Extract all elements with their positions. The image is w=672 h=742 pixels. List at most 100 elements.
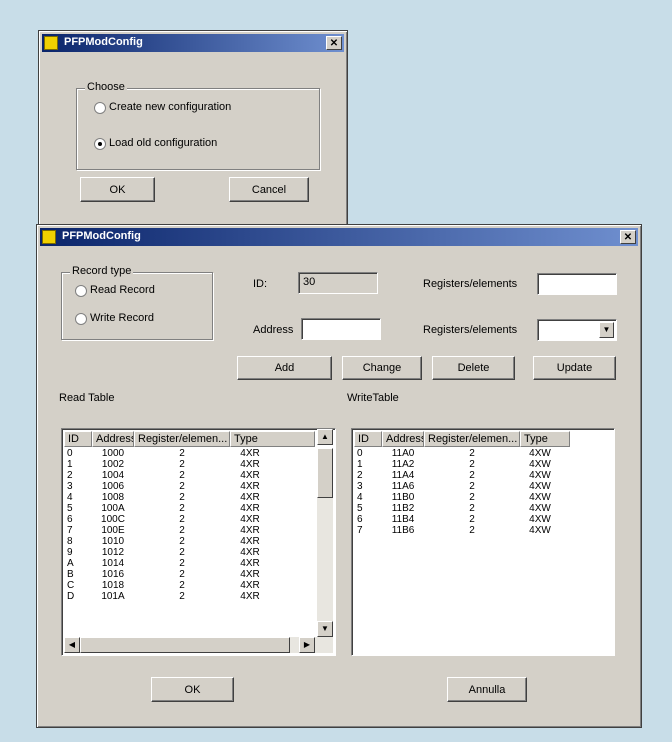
- create-new-label[interactable]: Create new configuration: [109, 101, 231, 113]
- cancel-button[interactable]: Cancel: [229, 177, 309, 202]
- cell-id: 6: [357, 514, 363, 525]
- cell-type: 4XR: [240, 470, 260, 481]
- cell-registers: 2: [179, 525, 185, 536]
- cell-address: 1010: [101, 536, 125, 547]
- cell-id: 5: [67, 503, 73, 514]
- column-header-registers[interactable]: Register/elemen...: [134, 431, 230, 447]
- cell-registers: 2: [179, 580, 185, 591]
- scroll-thumb[interactable]: [317, 448, 333, 498]
- cell-type: 4XW: [529, 525, 551, 536]
- cell-type: 4XW: [529, 459, 551, 470]
- cell-type: 4XR: [240, 580, 260, 591]
- add-button[interactable]: Add: [237, 356, 332, 380]
- column-header-registers[interactable]: Register/elemen...: [424, 431, 520, 447]
- update-button[interactable]: Update: [533, 356, 616, 380]
- choose-label: Choose: [85, 81, 127, 93]
- cell-address: 100E: [101, 525, 125, 536]
- read-record-radio[interactable]: [75, 285, 87, 297]
- cell-registers: 2: [179, 547, 185, 558]
- read-table-horizontal-scrollbar[interactable]: ◀ ▶: [64, 637, 333, 653]
- cell-id: 2: [67, 470, 73, 481]
- column-header-type[interactable]: Type: [520, 431, 570, 447]
- choose-dialog-titlebar[interactable]: PFPModConfig ✕: [42, 34, 344, 52]
- cell-type: 4XW: [529, 448, 551, 459]
- cell-registers: 2: [179, 470, 185, 481]
- cell-type: 4XR: [240, 481, 260, 492]
- cell-id: 4: [67, 492, 73, 503]
- cell-registers: 2: [469, 514, 475, 525]
- column-header-type[interactable]: Type: [230, 431, 315, 447]
- scroll-down-icon[interactable]: ▼: [317, 621, 333, 637]
- cell-registers: 2: [469, 459, 475, 470]
- cell-address: 11B0: [391, 492, 415, 503]
- cell-id: D: [67, 591, 75, 602]
- close-icon[interactable]: ✕: [620, 230, 636, 244]
- cell-id: 8: [67, 536, 73, 547]
- cell-address: 101A: [101, 591, 125, 602]
- write-table-header: ID Address Register/elemen... Type: [354, 431, 612, 447]
- address-label: Address: [253, 324, 294, 336]
- cell-address: 11A2: [391, 459, 415, 470]
- ok-button[interactable]: OK: [151, 677, 234, 702]
- cell-address: 1018: [101, 580, 125, 591]
- cell-type: 4XW: [529, 503, 551, 514]
- config-dialog: PFPModConfig ✕ Record type Read Record W…: [36, 224, 642, 728]
- write-table-label: WriteTable: [347, 392, 399, 404]
- scroll-left-icon[interactable]: ◀: [64, 637, 80, 653]
- cell-registers: 2: [179, 448, 185, 459]
- cancel-button-label: Cancel: [251, 183, 287, 196]
- write-record-radio[interactable]: [75, 313, 87, 325]
- cell-address: 11B2: [391, 503, 415, 514]
- cell-type: 4XR: [240, 591, 260, 602]
- annulla-button[interactable]: Annulla: [447, 677, 527, 702]
- create-new-radio[interactable]: [94, 102, 106, 114]
- change-button-label: Change: [362, 362, 402, 374]
- cell-type: 4XW: [529, 514, 551, 525]
- cell-registers: 2: [179, 503, 185, 514]
- write-record-label[interactable]: Write Record: [90, 312, 154, 324]
- load-old-radio[interactable]: [94, 138, 106, 150]
- load-old-label[interactable]: Load old configuration: [109, 137, 217, 149]
- delete-button-label: Delete: [457, 362, 490, 374]
- column-header-address[interactable]: Address: [92, 431, 134, 447]
- cell-id: 7: [67, 525, 73, 536]
- annulla-button-label: Annulla: [468, 683, 506, 696]
- write-table[interactable]: ID Address Register/elemen... Type 0 11A0…: [351, 428, 615, 656]
- cell-address: 1012: [101, 547, 125, 558]
- cell-address: 1008: [101, 492, 125, 503]
- cell-id: 7: [357, 525, 363, 536]
- config-dialog-title: PFPModConfig: [62, 230, 141, 242]
- column-header-id[interactable]: ID: [354, 431, 382, 447]
- scroll-thumb[interactable]: [80, 637, 290, 653]
- registers-label-2: Registers/elements: [423, 324, 518, 336]
- cell-registers: 2: [179, 591, 185, 602]
- cell-address: 100A: [101, 503, 125, 514]
- column-header-address[interactable]: Address: [382, 431, 424, 447]
- change-button[interactable]: Change: [342, 356, 422, 380]
- cell-id: 4: [357, 492, 363, 503]
- cell-id: A: [67, 558, 74, 569]
- cell-id: 3: [357, 481, 363, 492]
- config-dialog-titlebar[interactable]: PFPModConfig ✕: [40, 228, 638, 246]
- registers-input[interactable]: [537, 273, 617, 295]
- delete-button[interactable]: Delete: [432, 356, 515, 380]
- cell-type: 4XW: [529, 481, 551, 492]
- scroll-right-icon[interactable]: ▶: [299, 637, 315, 653]
- scroll-up-icon[interactable]: ▲: [317, 429, 333, 445]
- cell-address: 11B4: [391, 514, 415, 525]
- read-record-label[interactable]: Read Record: [90, 284, 155, 296]
- registers-combobox[interactable]: ▼: [537, 319, 617, 341]
- ok-button[interactable]: OK: [80, 177, 155, 202]
- cell-registers: 2: [179, 558, 185, 569]
- cell-registers: 2: [469, 503, 475, 514]
- record-type-groupbox: Record type: [61, 265, 213, 340]
- cell-registers: 2: [179, 536, 185, 547]
- cell-address: 11A0: [391, 448, 415, 459]
- read-table[interactable]: ID Address Register/elemen... Type 0 1000…: [61, 428, 336, 656]
- read-table-vertical-scrollbar[interactable]: ▲ ▼: [317, 429, 333, 637]
- chevron-down-icon[interactable]: ▼: [599, 322, 614, 338]
- address-input[interactable]: [301, 318, 381, 340]
- update-button-label: Update: [556, 362, 593, 374]
- column-header-id[interactable]: ID: [64, 431, 92, 447]
- close-icon[interactable]: ✕: [326, 36, 342, 50]
